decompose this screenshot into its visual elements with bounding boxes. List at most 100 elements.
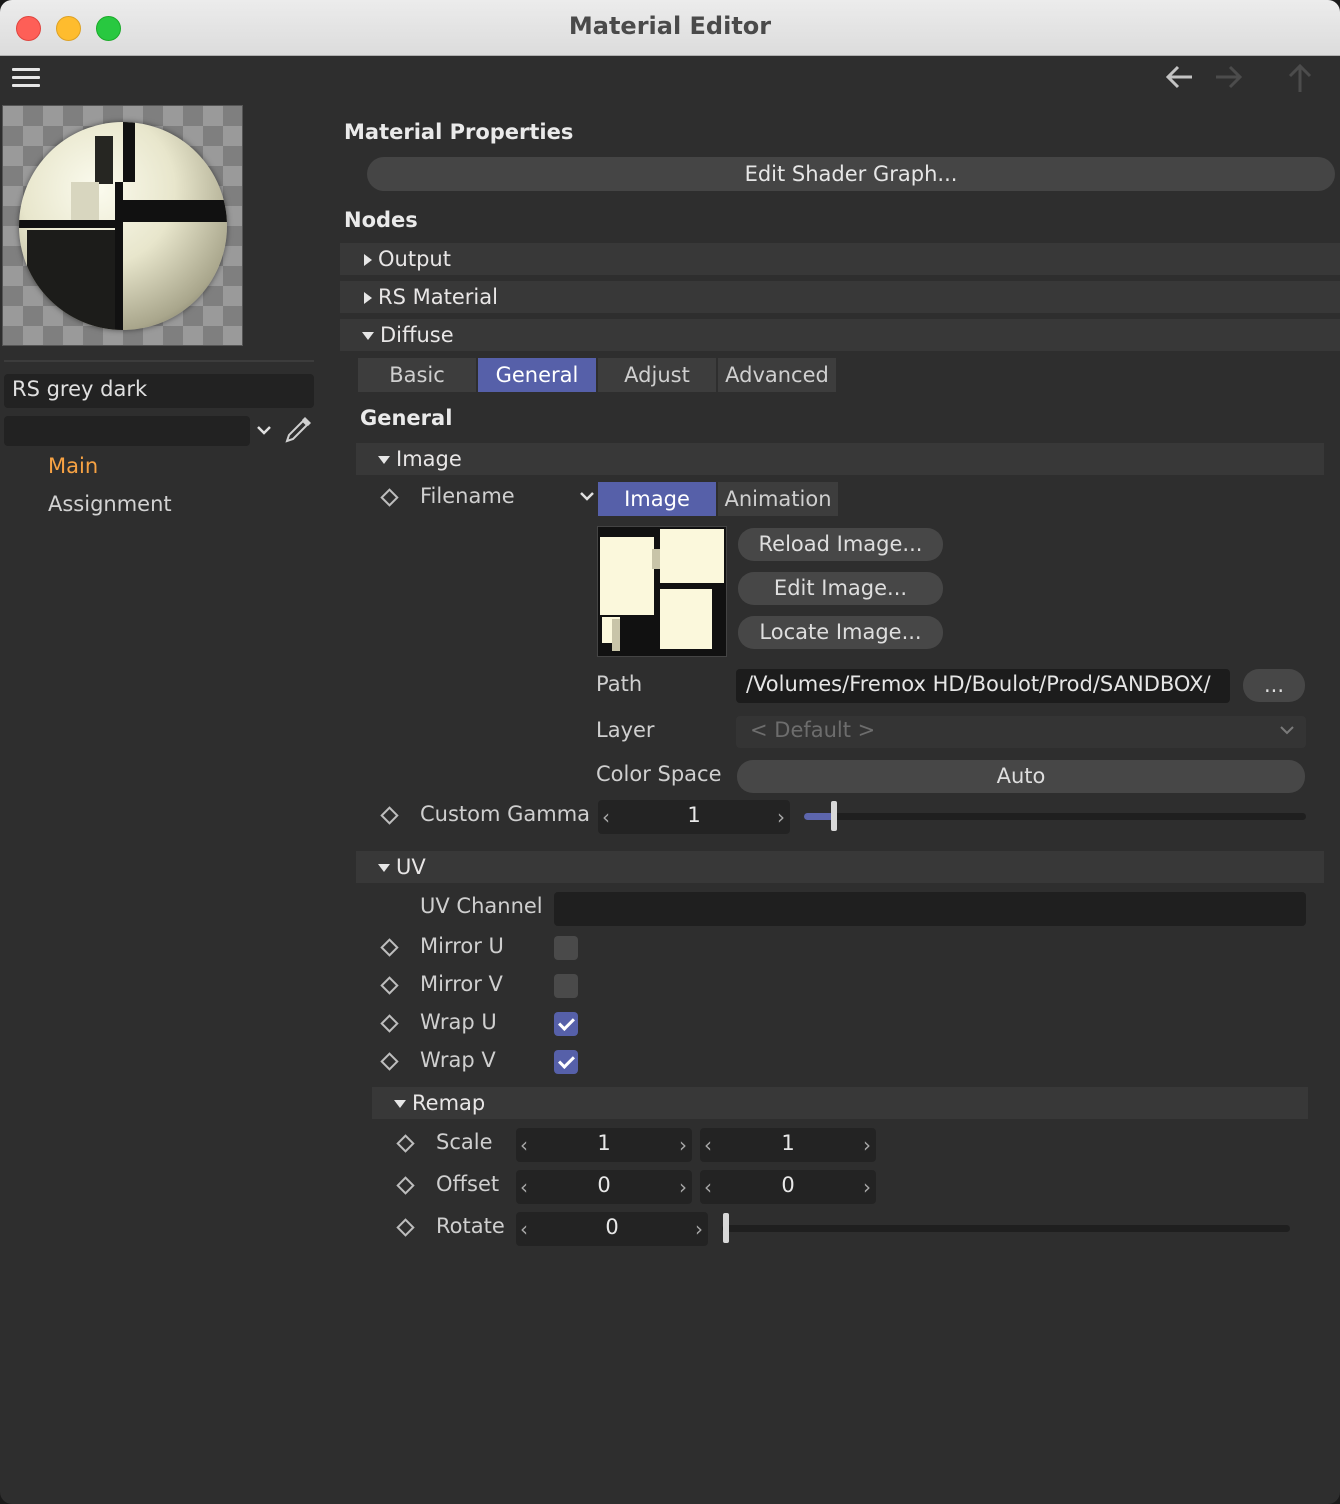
keyframe-diamond-icon[interactable] (396, 1176, 415, 1195)
color-space-label: Color Space (596, 762, 722, 786)
uv-channel-label: UV Channel (420, 894, 543, 918)
increment-icon[interactable]: › (695, 1217, 703, 1241)
material-editor-window: Material Editor RS grey dark Main Assign… (0, 0, 1340, 1504)
increment-icon[interactable]: › (777, 805, 785, 829)
collapse-down-icon (362, 332, 374, 340)
rotate-slider-knob[interactable] (723, 1213, 729, 1243)
title-bar: Material Editor (0, 0, 1340, 56)
custom-gamma-slider-knob[interactable] (831, 801, 837, 831)
material-preview (2, 105, 243, 346)
material-name-field[interactable]: RS grey dark (4, 374, 314, 408)
mirror-u-checkbox[interactable] (554, 936, 578, 960)
custom-gamma-stepper[interactable]: ‹ 1 › (598, 800, 790, 834)
edit-shader-graph-button[interactable]: Edit Shader Graph... (367, 157, 1335, 191)
offset-v-stepper[interactable]: ‹ 0 › (700, 1170, 876, 1204)
uv-channel-field[interactable] (554, 892, 1306, 926)
node-rs-material-label: RS Material (378, 285, 498, 309)
node-rs-material[interactable]: RS Material (340, 281, 1340, 313)
reload-image-button[interactable]: Reload Image... (738, 528, 943, 561)
keyframe-diamond-icon[interactable] (380, 1014, 399, 1033)
rotate-label: Rotate (436, 1214, 505, 1238)
layer-value: < Default > (750, 718, 876, 742)
keyframe-diamond-icon[interactable] (396, 1134, 415, 1153)
node-diffuse-label: Diffuse (380, 323, 454, 347)
eyedropper-icon[interactable] (283, 413, 315, 450)
layer-dropdown[interactable]: < Default > (736, 716, 1306, 748)
custom-gamma-label: Custom Gamma (420, 802, 591, 826)
offset-label: Offset (436, 1172, 500, 1196)
material-properties-heading: Material Properties (344, 120, 574, 144)
node-output[interactable]: Output (340, 243, 1340, 275)
path-field[interactable]: /Volumes/Fremox HD/Boulot/Prod/SANDBOX/ (736, 669, 1230, 703)
mirror-v-checkbox[interactable] (554, 974, 578, 998)
path-label: Path (596, 672, 643, 696)
subtab-animation[interactable]: Animation (718, 482, 838, 516)
expand-right-icon (364, 292, 372, 304)
color-space-dropdown[interactable]: Auto (737, 760, 1305, 793)
chevron-down-icon[interactable] (255, 418, 273, 442)
mirror-u-label: Mirror U (420, 934, 504, 958)
toolbar (0, 56, 1340, 102)
arrow-right-icon[interactable] (1212, 62, 1244, 100)
rotate-stepper[interactable]: ‹ 0 › (516, 1212, 708, 1246)
material-subfield[interactable] (4, 416, 250, 446)
remap-section-header[interactable]: Remap (372, 1087, 1308, 1119)
chevron-down-icon (1278, 718, 1296, 742)
image-section-header[interactable]: Image (356, 443, 1324, 475)
collapse-down-icon (378, 456, 390, 464)
tab-adjust[interactable]: Adjust (598, 358, 716, 392)
offset-v-value: 0 (781, 1173, 795, 1197)
wrap-u-label: Wrap U (420, 1010, 497, 1034)
nodes-heading: Nodes (344, 208, 418, 232)
diffuse-tabs: Basic General Adjust Advanced (358, 358, 838, 392)
scale-label: Scale (436, 1130, 493, 1154)
scale-u-stepper[interactable]: ‹ 1 › (516, 1128, 692, 1162)
keyframe-diamond-icon[interactable] (380, 938, 399, 957)
keyframe-diamond-icon[interactable] (396, 1218, 415, 1237)
increment-icon[interactable]: › (863, 1175, 871, 1199)
arrow-up-icon[interactable] (1286, 62, 1314, 102)
browse-path-button[interactable]: ... (1243, 669, 1305, 702)
tab-basic[interactable]: Basic (358, 358, 476, 392)
wrap-u-checkbox[interactable] (554, 1012, 578, 1036)
uv-section-title: UV (396, 855, 426, 879)
mirror-v-label: Mirror V (420, 972, 503, 996)
keyframe-diamond-icon[interactable] (380, 488, 399, 507)
scale-v-stepper[interactable]: ‹ 1 › (700, 1128, 876, 1162)
tab-advanced[interactable]: Advanced (718, 358, 836, 392)
filename-subtabs: Image Animation (598, 482, 840, 516)
node-diffuse[interactable]: Diffuse (340, 319, 1340, 351)
keyframe-diamond-icon[interactable] (380, 976, 399, 995)
nav-main[interactable]: Main (48, 454, 98, 478)
arrow-left-icon[interactable] (1164, 62, 1196, 100)
offset-u-stepper[interactable]: ‹ 0 › (516, 1170, 692, 1204)
custom-gamma-slider-fill (804, 813, 834, 820)
image-thumbnail (597, 526, 727, 657)
filename-label: Filename (420, 484, 515, 508)
chevron-down-icon[interactable] (578, 484, 596, 508)
increment-icon[interactable]: › (679, 1175, 687, 1199)
keyframe-diamond-icon[interactable] (380, 1052, 399, 1071)
keyframe-diamond-icon[interactable] (380, 806, 399, 825)
locate-image-button[interactable]: Locate Image... (738, 616, 943, 649)
sidebar-divider (4, 360, 314, 362)
remap-section-title: Remap (412, 1091, 486, 1115)
edit-image-button[interactable]: Edit Image... (738, 572, 943, 605)
subtab-image[interactable]: Image (598, 482, 716, 516)
nav-assignment[interactable]: Assignment (48, 492, 172, 516)
scale-v-value: 1 (781, 1131, 795, 1155)
uv-section-header[interactable]: UV (356, 851, 1324, 883)
hamburger-icon[interactable] (12, 68, 40, 88)
custom-gamma-value: 1 (687, 803, 701, 827)
rotate-slider[interactable] (722, 1225, 1290, 1232)
wrap-v-label: Wrap V (420, 1048, 496, 1072)
increment-icon[interactable]: › (679, 1133, 687, 1157)
collapse-down-icon (394, 1100, 406, 1108)
custom-gamma-slider[interactable] (804, 813, 1306, 820)
wrap-v-checkbox[interactable] (554, 1050, 578, 1074)
increment-icon[interactable]: › (863, 1133, 871, 1157)
window-title: Material Editor (568, 12, 772, 40)
collapse-down-icon (378, 864, 390, 872)
tab-general[interactable]: General (478, 358, 596, 392)
offset-u-value: 0 (597, 1173, 611, 1197)
